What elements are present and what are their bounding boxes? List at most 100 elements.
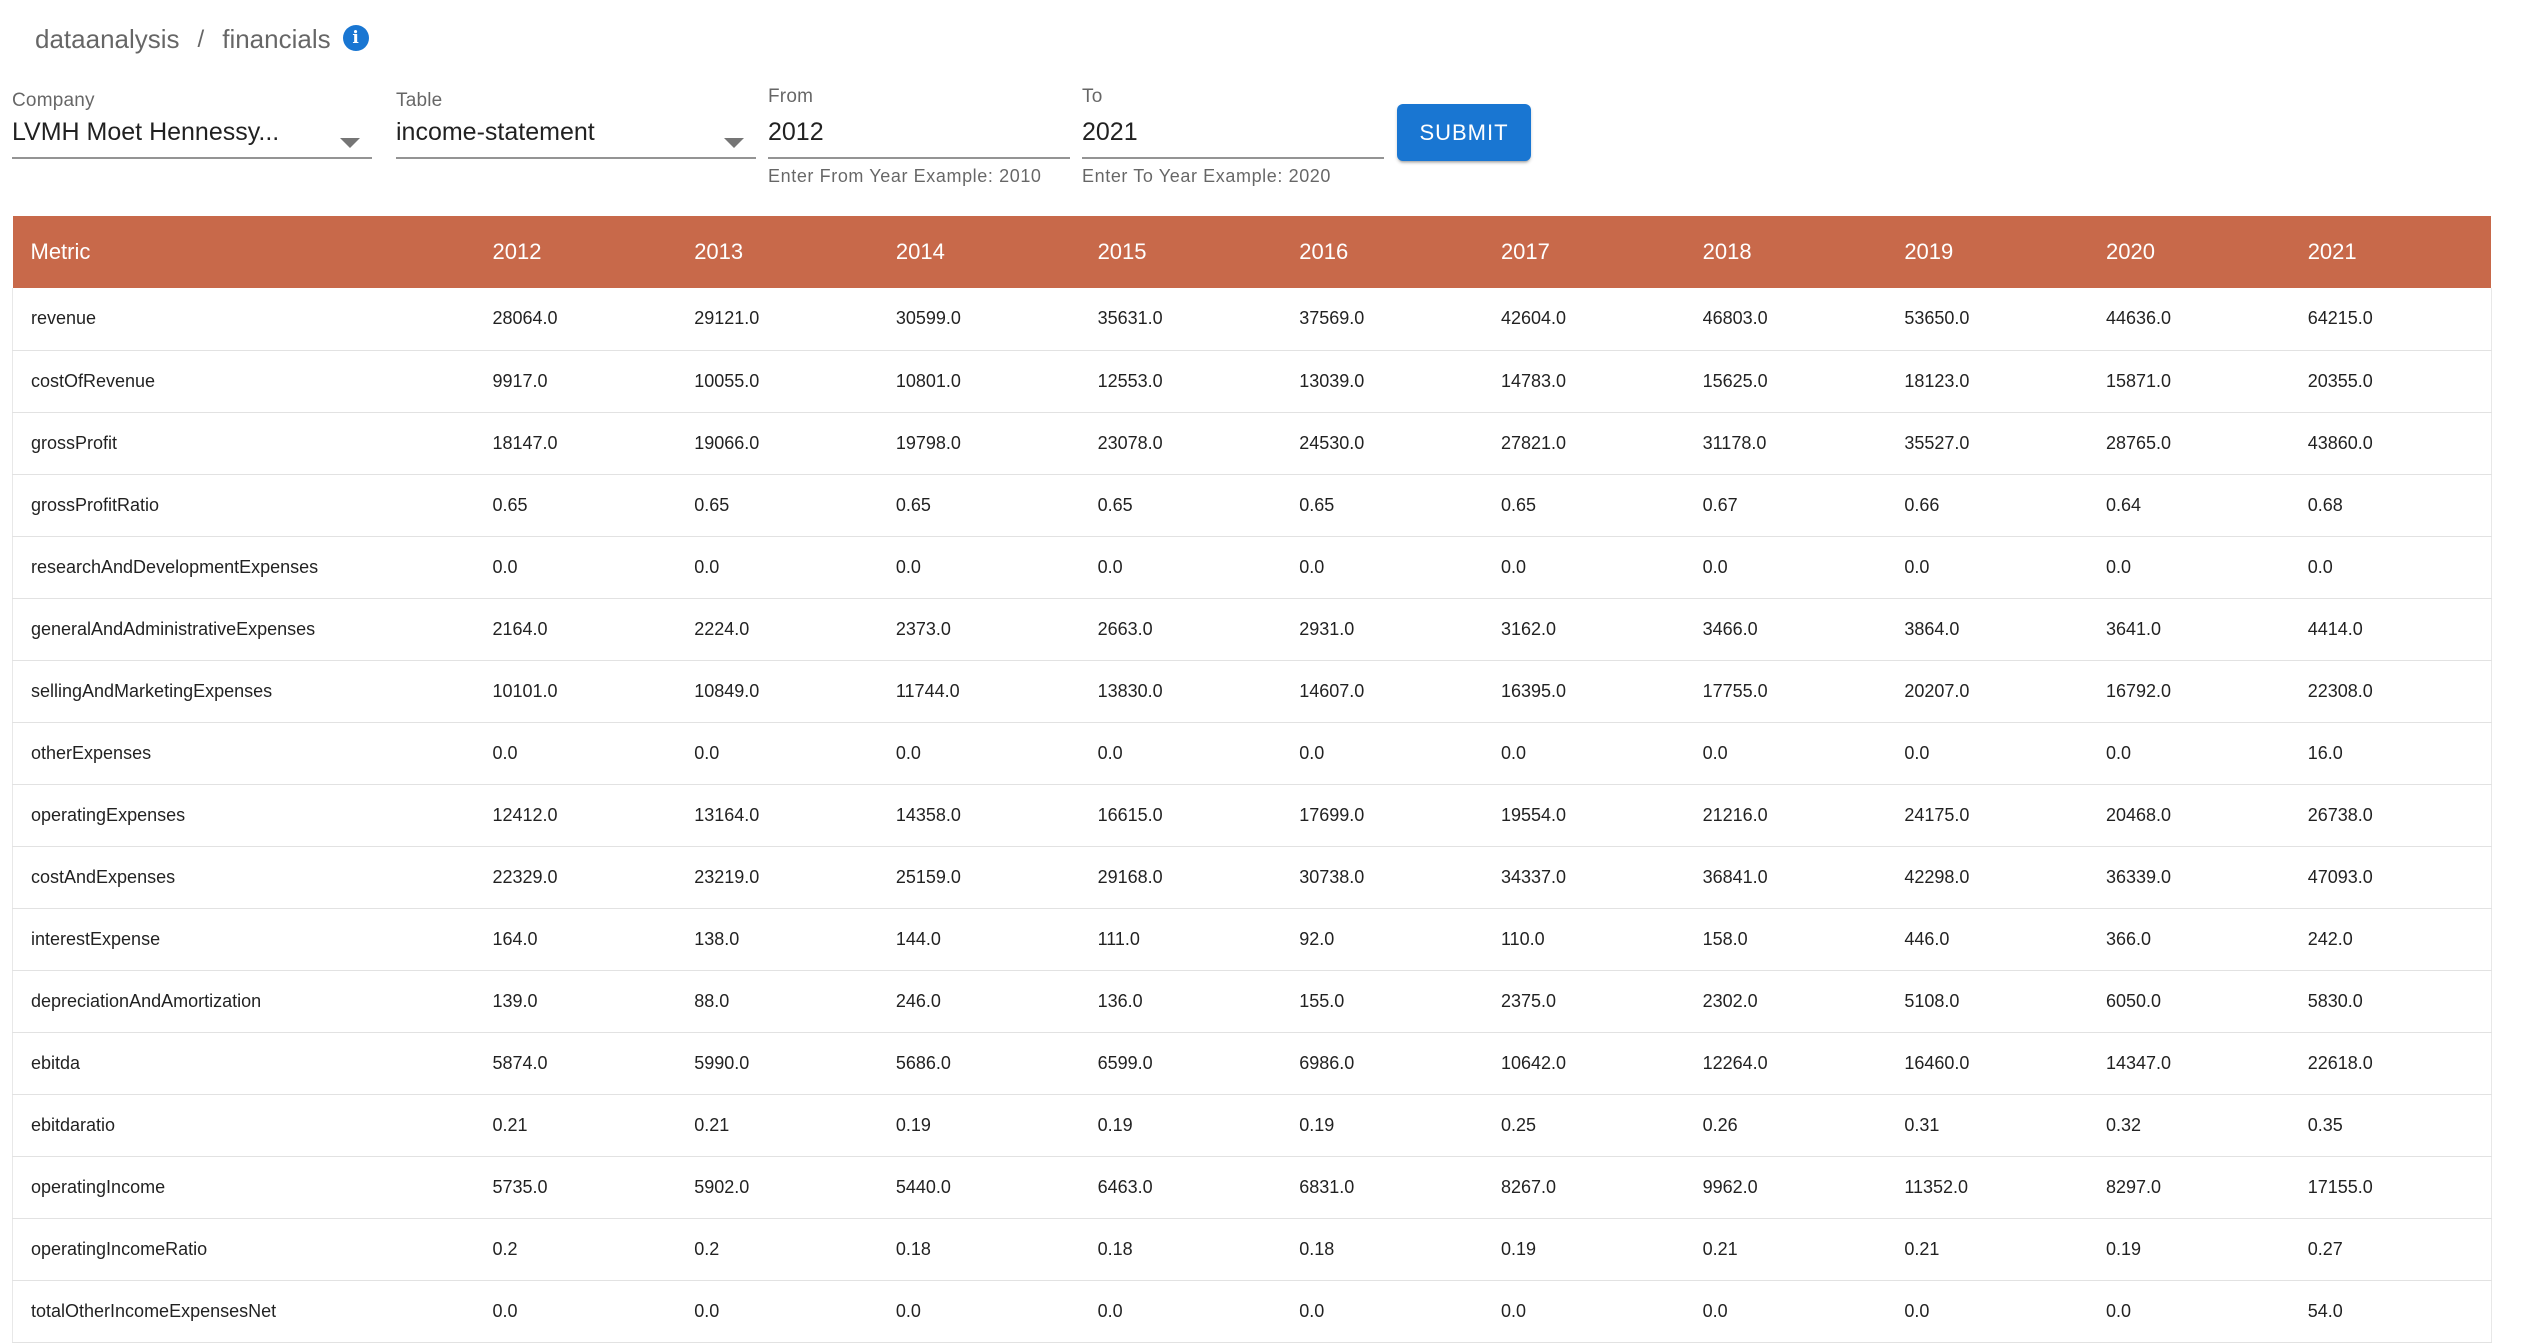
table-row: otherExpenses 0.0 0.0 0.0 0.0 0.0 0.0 0.0 0.0 0.0…: [12, 722, 2492, 785]
value-cell: 17155.0: [2289, 1156, 2492, 1219]
value-cell: 21216.0: [1684, 784, 1887, 847]
value-cell: 0.18: [1281, 1218, 1483, 1281]
value-cell: 27821.0: [1482, 412, 1685, 475]
value-cell: 14347.0: [2088, 1032, 2290, 1095]
value-cell: 9917.0: [474, 350, 677, 413]
table-row: operatingExpenses 12412.0 13164.0 14358.0 16…: [12, 784, 2492, 847]
company-label: Company: [12, 90, 95, 111]
value-cell: 0.64: [2088, 474, 2290, 537]
value-cell: 0.21: [474, 1094, 677, 1157]
table-row: generalAndAdministrativeExpenses 2164.0 22…: [12, 598, 2492, 661]
value-cell: 0.25: [1482, 1094, 1685, 1157]
financials-table: Metric 2012 2013 2014 2015 2016 2017 2018 2019 20…: [12, 216, 2492, 1343]
value-cell: 0.19: [1079, 1094, 1282, 1157]
value-cell: 0.0: [1482, 536, 1685, 599]
info-icon[interactable]: i: [342, 24, 369, 51]
value-cell: 3864.0: [1886, 598, 2088, 661]
value-cell: 53650.0: [1886, 288, 2088, 351]
value-cell: 0.0: [1886, 722, 2088, 785]
value-cell: 13164.0: [676, 784, 878, 847]
chevron-down-icon[interactable]: [724, 138, 744, 148]
value-cell: 0.19: [877, 1094, 1080, 1157]
value-cell: 0.0: [676, 536, 878, 599]
value-cell: 0.0: [1281, 1280, 1483, 1343]
metric-name-cell: researchAndDevelopmentExpenses: [12, 536, 475, 599]
value-cell: 92.0: [1281, 908, 1483, 971]
metric-name-cell: costAndExpenses: [12, 846, 475, 909]
value-cell: 136.0: [1079, 970, 1282, 1033]
value-cell: 31178.0: [1684, 412, 1887, 475]
to-input[interactable]: 2021: [1082, 118, 1384, 147]
value-cell: 20468.0: [2088, 784, 2290, 847]
value-cell: 2302.0: [1684, 970, 1887, 1033]
value-cell: 5440.0: [877, 1156, 1080, 1219]
to-year-field[interactable]: To 2021 Enter To Year Example: 2020: [1082, 86, 1384, 196]
value-cell: 44636.0: [2088, 288, 2290, 351]
company-underline: [12, 157, 372, 159]
value-cell: 0.0: [676, 1280, 878, 1343]
value-cell: 24175.0: [1886, 784, 2088, 847]
metric-name-cell: operatingExpenses: [12, 784, 475, 847]
value-cell: 19554.0: [1482, 784, 1685, 847]
value-cell: 111.0: [1079, 908, 1282, 971]
value-cell: 0.26: [1684, 1094, 1887, 1157]
breadcrumb-root-link[interactable]: dataanalysis: [35, 24, 180, 55]
value-cell: 0.0: [1079, 722, 1282, 785]
value-cell: 0.0: [2088, 1280, 2290, 1343]
chevron-down-icon[interactable]: [340, 138, 360, 148]
value-cell: 110.0: [1482, 908, 1685, 971]
from-helper-text: Enter From Year Example: 2010: [768, 166, 1042, 186]
value-cell: 10642.0: [1482, 1032, 1685, 1095]
value-cell: 0.32: [2088, 1094, 2290, 1157]
company-select[interactable]: Company LVMH Moet Hennessy...: [12, 90, 372, 160]
submit-button[interactable]: SUBMIT: [1397, 104, 1531, 161]
value-cell: 0.65: [1482, 474, 1685, 537]
value-cell: 5735.0: [474, 1156, 677, 1219]
value-cell: 0.0: [1079, 536, 1282, 599]
table-row: costAndExpenses 22329.0 23219.0 25159.0 2916…: [12, 846, 2492, 909]
table-row: revenue 28064.0 29121.0 30599.0 35631.0 37569…: [12, 288, 2492, 351]
value-cell: 6986.0: [1281, 1032, 1483, 1095]
value-cell: 28765.0: [2088, 412, 2290, 475]
metric-name-cell: grossProfitRatio: [12, 474, 475, 537]
value-cell: 0.19: [1482, 1218, 1685, 1281]
value-cell: 13830.0: [1079, 660, 1282, 723]
company-value: LVMH Moet Hennessy...: [12, 118, 280, 146]
metric-name-cell: interestExpense: [12, 908, 475, 971]
value-cell: 16460.0: [1886, 1032, 2088, 1095]
value-cell: 0.0: [1281, 536, 1483, 599]
value-cell: 18147.0: [474, 412, 677, 475]
metric-name-cell: revenue: [12, 288, 475, 351]
value-cell: 29168.0: [1079, 846, 1282, 909]
breadcrumb-current: financials: [222, 24, 331, 54]
value-cell: 5902.0: [676, 1156, 878, 1219]
table-header-row: Metric 2012 2013 2014 2015 2016 2017 2018 2019 20…: [12, 216, 2492, 288]
value-cell: 42604.0: [1482, 288, 1685, 351]
from-year-field[interactable]: From 2012 Enter From Year Example: 2010: [768, 86, 1070, 196]
value-cell: 10101.0: [474, 660, 677, 723]
value-cell: 11744.0: [877, 660, 1080, 723]
value-cell: 36339.0: [2088, 846, 2290, 909]
table-row: ebitda 5874.0 5990.0 5686.0 6599.0 6986.0 1064…: [12, 1032, 2492, 1095]
table-row: operatingIncomeRatio 0.2 0.2 0.18 0.18 0.18 0.…: [12, 1218, 2492, 1281]
value-cell: 2224.0: [676, 598, 878, 661]
value-cell: 6463.0: [1079, 1156, 1282, 1219]
value-cell: 16395.0: [1482, 660, 1685, 723]
value-cell: 5874.0: [474, 1032, 677, 1095]
value-cell: 0.0: [676, 722, 878, 785]
table-row: operatingIncome 5735.0 5902.0 5440.0 6463.0 6…: [12, 1156, 2492, 1219]
value-cell: 0.2: [676, 1218, 878, 1281]
column-header-year: 2015: [1097, 239, 1147, 264]
value-cell: 0.0: [877, 722, 1080, 785]
value-cell: 30599.0: [877, 288, 1080, 351]
value-cell: 0.0: [1684, 536, 1887, 599]
value-cell: 6599.0: [1079, 1032, 1282, 1095]
value-cell: 20207.0: [1886, 660, 2088, 723]
from-input[interactable]: 2012: [768, 118, 1070, 147]
table-select[interactable]: Table income-statement: [396, 90, 756, 160]
value-cell: 155.0: [1281, 970, 1483, 1033]
value-cell: 139.0: [474, 970, 677, 1033]
value-cell: 12264.0: [1684, 1032, 1887, 1095]
metric-name-cell: costOfRevenue: [12, 350, 475, 413]
value-cell: 3641.0: [2088, 598, 2290, 661]
